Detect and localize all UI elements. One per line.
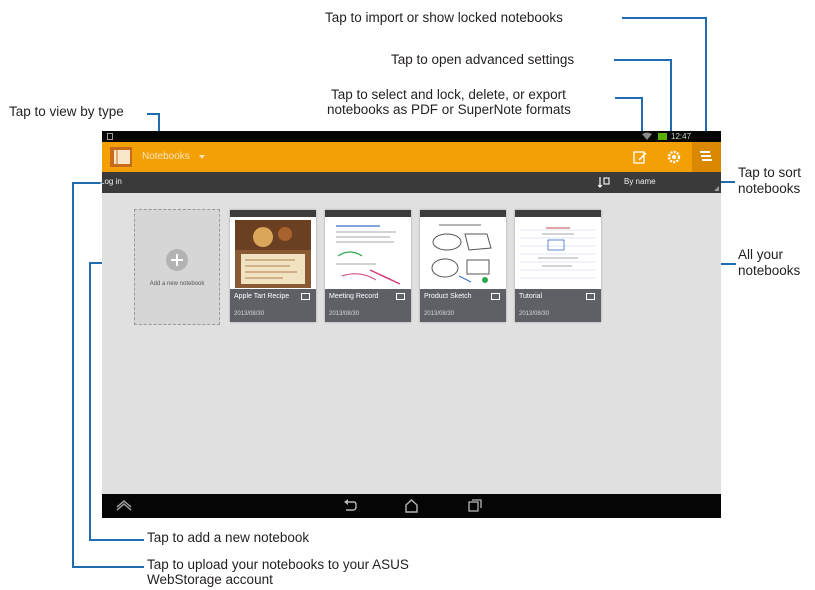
- action-bar: Notebooks: [102, 142, 721, 172]
- line-settings-h: [614, 59, 672, 61]
- notebook-thumbnail-apple-tart: [235, 220, 311, 288]
- notebook-thumbnail-product-sketch: [425, 220, 501, 288]
- view-by-type-dropdown[interactable]: Notebooks: [142, 151, 190, 162]
- callout-select-line1: Tap to select and lock, delete, or expor…: [331, 87, 566, 102]
- sort-by-name-dropdown[interactable]: By name: [624, 177, 656, 186]
- notebook-card-topbar: [325, 210, 411, 217]
- notebook-card-tutorial[interactable]: Tutorial 2013/08/30: [515, 210, 601, 322]
- menu-import-icon: [700, 151, 712, 161]
- callout-all-line1: All your: [738, 247, 784, 262]
- recent-apps-icon[interactable]: [468, 499, 482, 512]
- callout-upload-line1: Tap to upload your notebooks to your ASU…: [147, 557, 409, 572]
- notebook-card-topbar: [420, 210, 506, 217]
- notebook-card-footer: Product Sketch 2013/08/30: [420, 289, 506, 322]
- tablet-screen: 12:47 Notebooks Log in By name Add a new…: [100, 131, 721, 518]
- add-notebook-tile[interactable]: Add a new notebook: [134, 209, 220, 325]
- notebook-cover-icon[interactable]: [491, 293, 500, 300]
- notebook-card-meeting-record[interactable]: Meeting Record 2013/08/30: [325, 210, 411, 322]
- wifi-icon: [642, 132, 652, 140]
- select-edit-icon[interactable]: [633, 150, 647, 164]
- notebook-card-topbar: [230, 210, 316, 217]
- menu-import-button[interactable]: [692, 142, 721, 172]
- callout-import: Tap to import or show locked notebooks: [325, 10, 563, 25]
- notebook-card-footer: Tutorial 2013/08/30: [515, 289, 601, 322]
- line-add-v: [89, 262, 91, 540]
- callout-all-line2: notebooks: [738, 263, 801, 278]
- notebook-card-product-sketch[interactable]: Product Sketch 2013/08/30: [420, 210, 506, 322]
- notebook-date: 2013/08/30: [424, 311, 455, 317]
- login-button[interactable]: Log in: [100, 177, 122, 186]
- line-upload-v: [72, 182, 74, 567]
- callout-view-by-type: Tap to view by type: [9, 104, 124, 119]
- line-select-h: [615, 97, 643, 99]
- notebook-date: 2013/08/30: [519, 311, 550, 317]
- line-import-h: [622, 17, 707, 19]
- notebook-date: 2013/08/30: [234, 311, 265, 317]
- notebook-title: Product Sketch: [424, 293, 472, 300]
- up-chevron-icon[interactable]: [116, 500, 132, 511]
- notebook-thumbnail-meeting-record: [330, 220, 406, 288]
- status-bar: 12:47: [102, 131, 721, 142]
- notebook-card-topbar: [515, 210, 601, 217]
- settings-gear-icon[interactable]: [667, 150, 681, 164]
- status-time: 12:47: [671, 132, 692, 141]
- notebook-cover-icon[interactable]: [396, 293, 405, 300]
- sort-dropdown-corner-icon: [714, 186, 719, 191]
- back-icon[interactable]: [343, 499, 357, 512]
- secondary-toolbar: Log in By name: [100, 172, 721, 193]
- navigation-bar: [102, 494, 721, 518]
- battery-icon: [658, 133, 667, 140]
- plus-icon: [166, 249, 188, 271]
- callout-sort-line2: notebooks: [738, 181, 801, 196]
- app-notebook-icon[interactable]: [110, 147, 132, 167]
- callout-select-line2: notebooks as PDF or SuperNote formats: [327, 102, 571, 117]
- callout-upload-line2: WebStorage account: [147, 572, 273, 587]
- notebook-card-apple-tart[interactable]: Apple Tart Recipe 2013/08/30: [230, 210, 316, 322]
- notebook-grid: Add a new notebook Apple Tart Recipe 201…: [102, 193, 721, 494]
- add-notebook-label: Add a new notebook: [149, 281, 205, 287]
- notebook-title: Apple Tart Recipe: [234, 293, 290, 300]
- notebook-card-footer: Meeting Record 2013/08/30: [325, 289, 411, 322]
- line-upload-bottom: [72, 566, 144, 568]
- notebook-card-footer: Apple Tart Recipe 2013/08/30: [230, 289, 316, 322]
- sort-icon[interactable]: [598, 177, 610, 188]
- notebook-cover-icon[interactable]: [301, 293, 310, 300]
- notebook-cover-icon[interactable]: [586, 293, 595, 300]
- home-icon[interactable]: [404, 498, 419, 513]
- line-add-bottom: [89, 539, 144, 541]
- notebook-title: Tutorial: [519, 293, 543, 300]
- notebook-date: 2013/08/30: [329, 311, 360, 317]
- callout-sort-line1: Tap to sort: [738, 165, 802, 180]
- notebook-thumbnail-tutorial: [520, 220, 596, 288]
- callout-add: Tap to add a new notebook: [147, 530, 310, 545]
- notebook-title: Meeting Record: [329, 293, 379, 300]
- dropdown-arrow-icon[interactable]: [199, 155, 205, 160]
- notification-icon: [107, 133, 113, 140]
- callout-settings: Tap to open advanced settings: [391, 52, 575, 67]
